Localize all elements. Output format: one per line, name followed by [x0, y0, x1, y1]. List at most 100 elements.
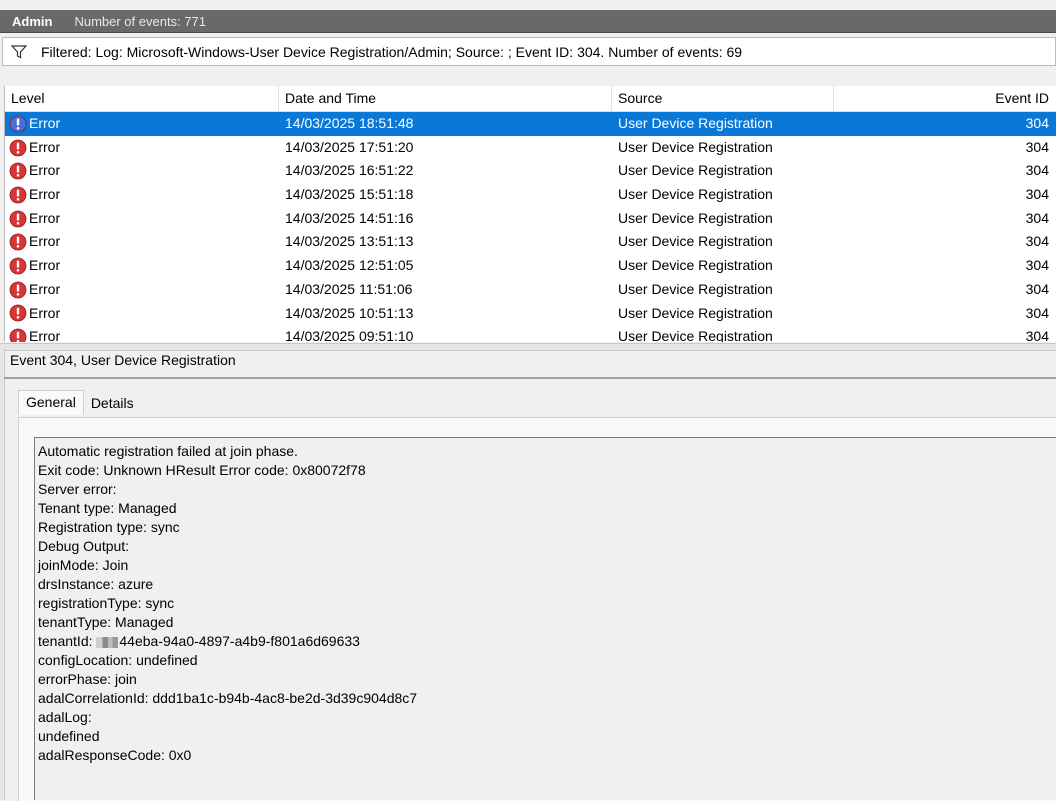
level-text: Error	[29, 209, 61, 226]
cell-datetime: 14/03/2025 15:51:18	[285, 186, 414, 203]
column-header-event-id[interactable]: Event ID	[834, 86, 1056, 111]
cell-level: Error	[5, 230, 279, 254]
cell-datetime: 14/03/2025 18:51:48	[285, 115, 414, 131]
description-text: Server error:	[38, 481, 117, 497]
description-line: adalResponseCode: 0x0	[38, 746, 1056, 765]
table-row[interactable]: Error 14/03/2025 13:51:13 User Device Regi…	[5, 230, 1056, 254]
table-row[interactable]: Error 14/03/2025 12:51:05 User Device Regi…	[5, 254, 1056, 278]
description-line: drsInstance: azure	[38, 575, 1056, 594]
error-icon	[9, 281, 27, 299]
log-title-bar: Admin Number of events: 771	[0, 10, 1056, 33]
cell-level: Error	[5, 278, 279, 302]
level-text: Error	[29, 257, 61, 274]
cell-level: Error	[5, 112, 279, 136]
table-row[interactable]: Error 14/03/2025 09:51:10 User Device Regi…	[5, 325, 1056, 342]
error-icon	[9, 257, 27, 275]
cell-event-id: 304	[1025, 304, 1049, 321]
cell-event-id: 304	[1025, 233, 1049, 250]
description-text: Debug Output:	[38, 538, 130, 554]
table-row[interactable]: Error 14/03/2025 10:51:13 User Device Regi…	[5, 302, 1056, 326]
description-line: joinMode: Join	[38, 556, 1056, 575]
cell-source: User Device Registration	[618, 328, 773, 342]
description-text: Automatic registration failed at join ph…	[38, 443, 298, 459]
description-line: Automatic registration failed at join ph…	[38, 442, 1056, 461]
events-grid: Level Date and Time Source Event ID Erro…	[4, 86, 1056, 342]
description-text: adalCorrelationId: ddd1ba1c-b94b-4ac8-be…	[38, 690, 418, 706]
description-line: errorPhase: join	[38, 670, 1056, 689]
grid-header: Level Date and Time Source Event ID	[5, 86, 1056, 112]
level-text: Error	[29, 138, 61, 155]
table-row[interactable]: Error 14/03/2025 15:51:18 User Device Regi…	[5, 183, 1056, 207]
table-row[interactable]: Error 14/03/2025 18:51:48 User Device Regi…	[5, 112, 1056, 136]
error-icon	[9, 210, 27, 227]
cell-event-id: 304	[1025, 138, 1049, 155]
cell-datetime: 14/03/2025 16:51:22	[285, 162, 414, 179]
description-line: adalLog:	[38, 708, 1056, 727]
event-description[interactable]: Automatic registration failed at join ph…	[34, 437, 1056, 800]
cell-level: Error	[5, 159, 279, 183]
table-row[interactable]: Error 14/03/2025 14:51:16 User Device Regi…	[5, 207, 1056, 231]
error-icon	[9, 304, 27, 322]
cell-source: User Device Registration	[618, 209, 773, 226]
error-icon	[9, 139, 27, 156]
level-text: Error	[29, 304, 61, 321]
description-text: joinMode: Join	[38, 557, 129, 573]
error-icon	[9, 328, 27, 342]
description-line: Server error:	[38, 480, 1056, 499]
description-text: Tenant type: Managed	[38, 500, 177, 516]
table-row[interactable]: Error 14/03/2025 11:51:06 User Device Regi…	[5, 278, 1056, 302]
column-header-date[interactable]: Date and Time	[279, 86, 612, 111]
description-text: Exit code: Unknown HResult Error code: 0…	[38, 462, 366, 478]
detail-tabs: General Details	[18, 390, 141, 415]
cell-source: User Device Registration	[618, 280, 773, 297]
description-line: registrationType: sync	[38, 594, 1056, 613]
tab-general[interactable]: General	[18, 390, 84, 415]
level-text: Error	[29, 233, 61, 250]
description-text: errorPhase: join	[38, 671, 137, 687]
description-text: tenantId:	[38, 633, 97, 649]
level-text: Error	[29, 186, 61, 203]
table-row[interactable]: Error 14/03/2025 17:51:20 User Device Regi…	[5, 136, 1056, 160]
tab-details[interactable]: Details	[84, 391, 141, 415]
cell-level: Error	[5, 136, 279, 160]
cell-datetime: 14/03/2025 13:51:13	[285, 233, 414, 250]
left-edge	[0, 349, 5, 800]
description-line: undefined	[38, 727, 1056, 746]
error-icon	[9, 162, 27, 180]
filter-bar: Filtered: Log: Microsoft-Windows-User De…	[2, 37, 1056, 66]
description-line: Registration type: sync	[38, 518, 1056, 537]
cell-level: Error	[5, 325, 279, 342]
cell-source: User Device Registration	[618, 186, 773, 203]
error-icon	[9, 115, 27, 133]
filter-text: Filtered: Log: Microsoft-Windows-User De…	[41, 43, 743, 60]
cell-source: User Device Registration	[618, 233, 773, 250]
description-text: configLocation: undefined	[38, 652, 198, 668]
cell-source: User Device Registration	[618, 304, 773, 321]
cell-datetime: 14/03/2025 12:51:05	[285, 257, 414, 274]
level-text: Error	[29, 115, 61, 131]
pane-splitter[interactable]	[0, 343, 1056, 351]
cell-event-id: 304	[1025, 328, 1049, 342]
cell-datetime: 14/03/2025 14:51:16	[285, 209, 414, 226]
cell-level: Error	[5, 183, 279, 207]
grid-rows: Error 14/03/2025 18:51:48 User Device Regi…	[5, 112, 1056, 342]
cell-event-id: 304	[1025, 186, 1049, 203]
error-icon	[9, 233, 27, 251]
table-row[interactable]: Error 14/03/2025 16:51:22 User Device Regi…	[5, 159, 1056, 183]
redacted-block	[96, 636, 119, 648]
cell-datetime: 14/03/2025 09:51:10	[285, 328, 414, 342]
cell-datetime: 14/03/2025 10:51:13	[285, 304, 414, 321]
description-line: tenantType: Managed	[38, 613, 1056, 632]
column-header-level[interactable]: Level	[5, 86, 279, 111]
level-text: Error	[29, 280, 61, 297]
description-line: Debug Output:	[38, 537, 1056, 556]
description-line: tenantId: 44eba-94a0-4897-a4b9-f801a6d69…	[38, 632, 1056, 651]
cell-event-id: 304	[1025, 209, 1049, 226]
description-line: adalCorrelationId: ddd1ba1c-b94b-4ac8-be…	[38, 689, 1056, 708]
filter-icon	[11, 44, 27, 58]
cell-event-id: 304	[1025, 162, 1049, 179]
cell-level: Error	[5, 302, 279, 326]
column-header-source[interactable]: Source	[612, 86, 834, 111]
description-text: adalResponseCode: 0x0	[38, 747, 192, 763]
log-name: Admin	[12, 13, 53, 29]
